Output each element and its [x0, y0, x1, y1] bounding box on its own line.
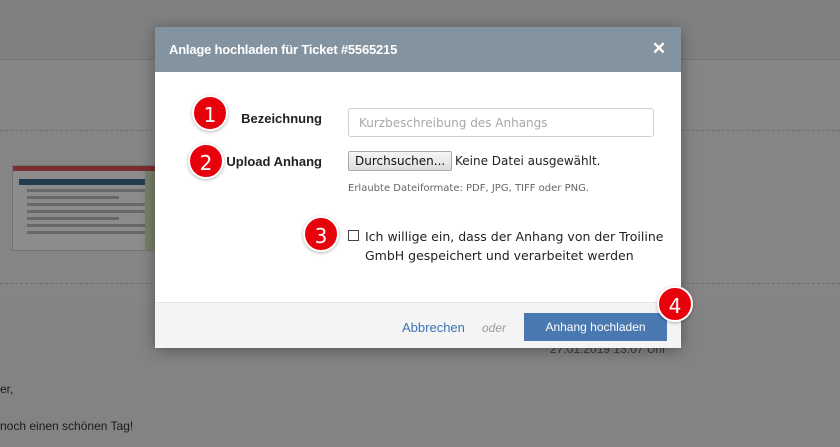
consent-text: Ich willige ein, dass der Anhang von der… [365, 229, 664, 263]
marker-2: 2 [188, 143, 224, 179]
marker-3: 3 [303, 216, 339, 252]
description-input[interactable] [348, 108, 654, 137]
close-icon[interactable]: ✕ [649, 38, 669, 60]
marker-1: 1 [192, 95, 228, 131]
upload-attachment-dialog: Anlage hochladen für Ticket #5565215 ✕ B… [155, 27, 681, 348]
cancel-link[interactable]: Abbrechen [402, 320, 465, 335]
dialog-header: Anlage hochladen für Ticket #5565215 ✕ [155, 27, 681, 72]
upload-attachment-button[interactable]: Anhang hochladen [524, 313, 667, 341]
consent-checkbox[interactable] [348, 230, 359, 241]
dialog-title: Anlage hochladen für Ticket #5565215 [169, 42, 398, 57]
allowed-formats-hint: Erlaubte Dateiformate: PDF, JPG, TIFF od… [348, 183, 590, 194]
dialog-footer: Abbrechen oder Anhang hochladen [155, 302, 681, 348]
or-separator: oder [482, 321, 507, 335]
browse-button[interactable]: Durchsuchen... [348, 151, 453, 171]
file-status-text: Keine Datei ausgewählt. [455, 154, 601, 168]
marker-4: 4 [657, 286, 693, 322]
